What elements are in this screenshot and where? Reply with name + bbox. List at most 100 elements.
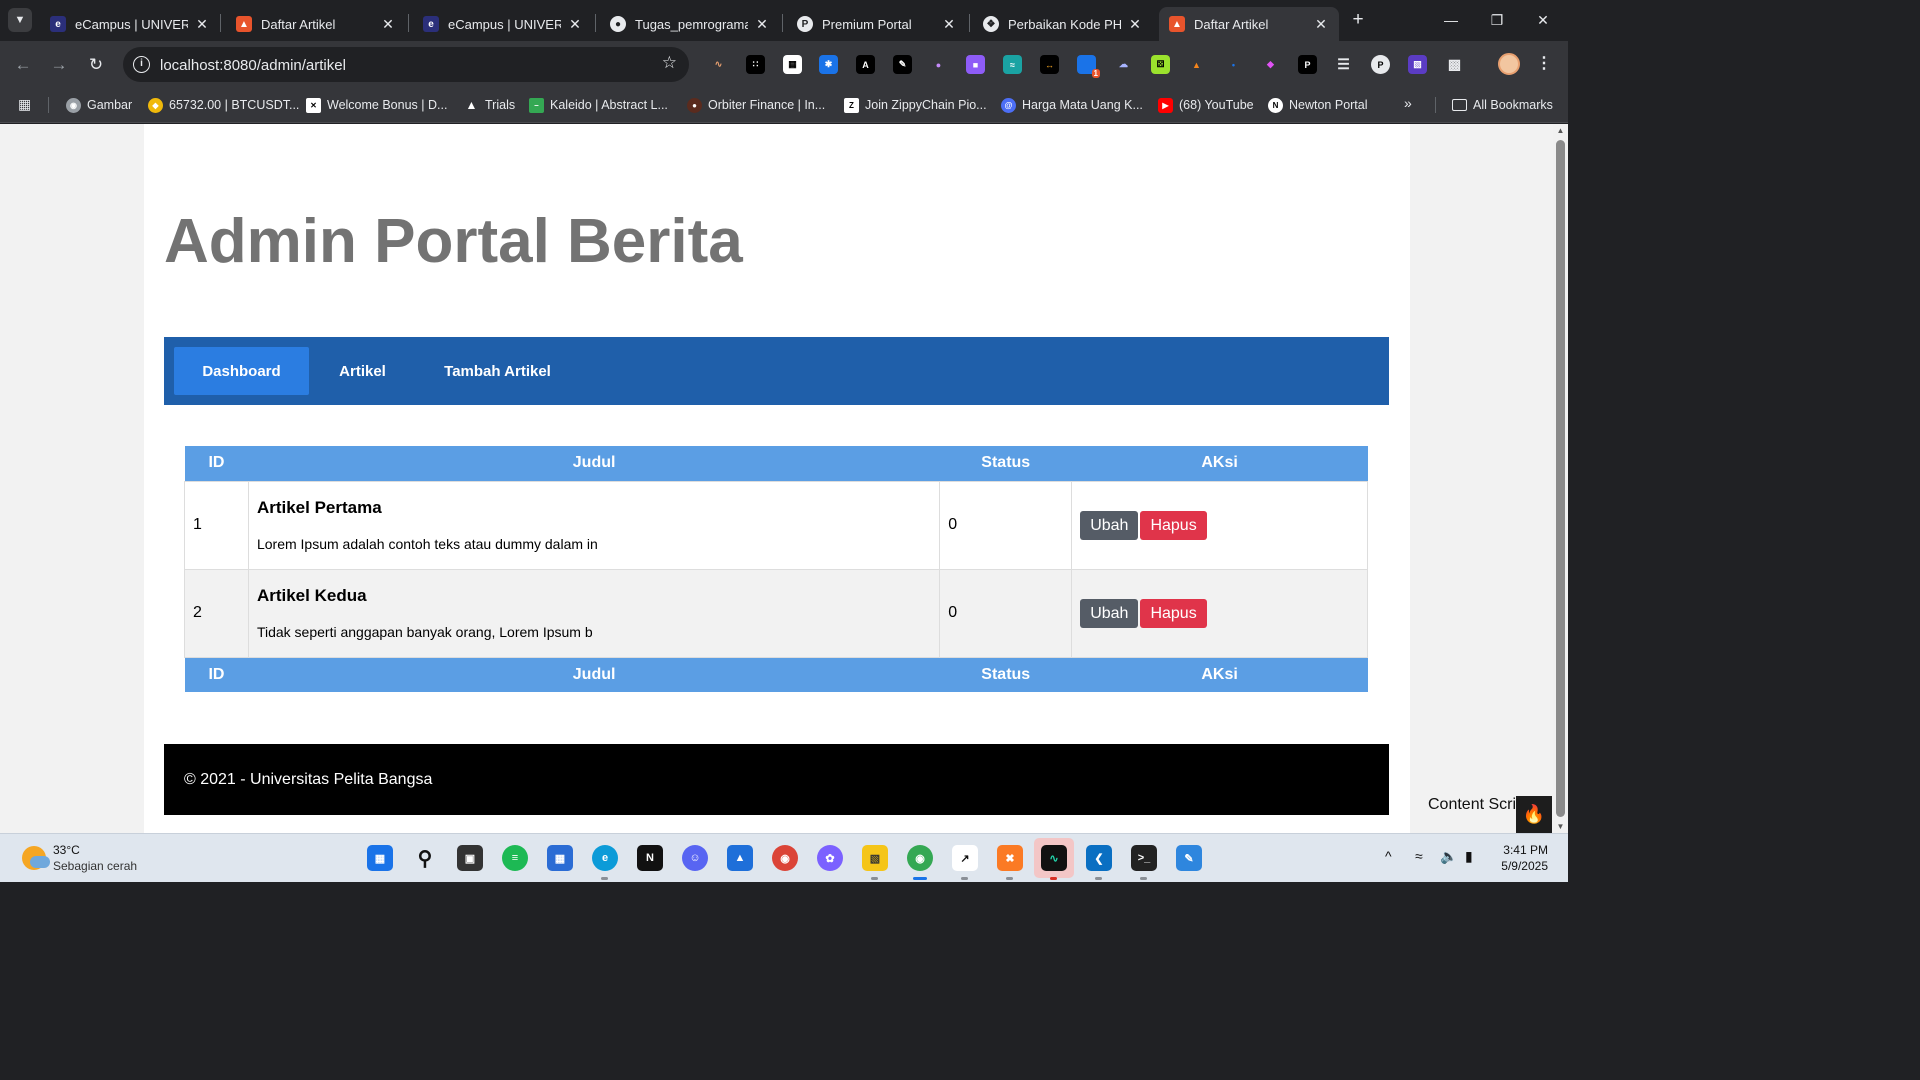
bookmark-item[interactable]: ▲ Trials — [464, 94, 516, 116]
extension-icon[interactable]: P — [1371, 55, 1390, 74]
tab-search-button[interactable]: ▼ — [8, 8, 32, 32]
close-icon[interactable]: ✕ — [194, 16, 210, 33]
tab-premium-portal[interactable]: P Premium Portal ✕ — [787, 7, 967, 41]
tab-github[interactable]: ● Tugas_pemrograman ✕ — [600, 7, 780, 41]
bookmark-star-icon[interactable]: ☆ — [662, 53, 677, 73]
bookmarks-overflow-icon[interactable]: » — [1404, 95, 1412, 111]
close-icon[interactable]: ✕ — [754, 16, 770, 33]
address-bar[interactable]: i ☆ — [123, 47, 689, 82]
extension-icon[interactable]: ◆ — [1261, 55, 1280, 74]
task-view-icon[interactable]: ▣ — [457, 845, 483, 871]
address-input[interactable] — [160, 54, 640, 76]
nav-artikel[interactable]: Artikel — [324, 347, 401, 395]
tab-daftar-artikel-active[interactable]: ▲ Daftar Artikel ✕ — [1159, 7, 1339, 41]
extension-icon[interactable]: ■ — [966, 55, 985, 74]
extension-icon[interactable]: 1 — [1077, 55, 1100, 78]
edit-button[interactable]: Ubah — [1080, 598, 1139, 628]
delete-button[interactable]: Hapus — [1140, 598, 1207, 628]
chrome-icon[interactable]: ◉ — [772, 845, 798, 871]
close-window-button[interactable]: ✕ — [1520, 0, 1566, 40]
extension-icon[interactable]: ∿ — [709, 55, 728, 74]
windows-start-icon[interactable]: ▦ — [367, 845, 393, 871]
extension-icon[interactable]: ≈ — [1003, 55, 1022, 74]
spotify-icon[interactable]: ≡ — [502, 845, 528, 871]
extension-icon[interactable]: P — [1298, 55, 1317, 74]
discord-icon[interactable]: ☺ — [682, 845, 708, 871]
volume-icon[interactable]: 🔈 — [1440, 848, 1457, 865]
tab-ecampus-1[interactable]: e eCampus | UNIVERSITAS ✕ — [40, 7, 220, 41]
search-icon[interactable]: ⚲ — [412, 845, 438, 871]
bookmark-item[interactable]: ▶ (68) YouTube — [1158, 94, 1254, 116]
extension-icon[interactable]: A — [856, 55, 875, 74]
back-button[interactable]: ← — [11, 53, 35, 77]
extension-icon[interactable]: ∷ — [746, 55, 765, 74]
terminal-icon[interactable]: >_ — [1131, 845, 1157, 871]
tab-perbaikan-kode[interactable]: ❖ Perbaikan Kode PHP ✕ — [973, 7, 1153, 41]
edge-icon[interactable]: e — [592, 845, 618, 871]
extension-icon[interactable]: ↔ — [1040, 55, 1059, 74]
chrome-profile-icon[interactable]: ◉ — [907, 845, 933, 871]
app-running-indicator — [871, 877, 878, 880]
notion-icon[interactable]: N — [637, 845, 663, 871]
edit-button[interactable]: Ubah — [1080, 510, 1139, 540]
extension-icon[interactable]: ☰ — [1334, 55, 1353, 74]
apps-grid-icon[interactable]: ▦ — [18, 96, 34, 112]
tray-chevron-up-icon[interactable]: ^ — [1385, 848, 1392, 864]
chart-app-icon[interactable]: ↗ — [952, 845, 978, 871]
editor-icon[interactable]: ✎ — [1176, 845, 1202, 871]
close-icon[interactable]: ✕ — [567, 16, 583, 33]
vscode-icon[interactable]: ❮ — [1086, 845, 1112, 871]
restore-button[interactable]: ❐ — [1474, 0, 1520, 40]
extension-icon[interactable]: ▦ — [783, 55, 802, 74]
all-bookmarks-button[interactable]: All Bookmarks — [1452, 94, 1553, 116]
menu-kebab-icon[interactable]: ⋮ — [1536, 53, 1552, 73]
close-icon[interactable]: ✕ — [941, 16, 957, 33]
wifi-icon[interactable]: ≈ — [1415, 848, 1423, 864]
battery-icon[interactable]: ▮ — [1465, 848, 1473, 865]
site-info-icon[interactable]: i — [133, 56, 150, 73]
bookmark-item[interactable]: ● Orbiter Finance | In... — [687, 94, 825, 116]
bookmark-item[interactable]: ◉ Gambar — [66, 94, 132, 116]
tab-ecampus-2[interactable]: e eCampus | UNIVERSITAS ✕ — [413, 7, 593, 41]
profile-avatar[interactable] — [1498, 53, 1520, 75]
extension-icon[interactable]: ✱ — [819, 55, 838, 74]
clock-date[interactable]: 5/9/2025 — [1500, 859, 1548, 873]
clock-time[interactable]: 3:41 PM — [1500, 843, 1548, 857]
scrollbar-thumb[interactable] — [1556, 140, 1565, 817]
page-scrollbar[interactable]: ▲ ▼ — [1553, 124, 1568, 833]
photos-icon[interactable]: ▲ — [727, 845, 753, 871]
xampp-icon[interactable]: ✖ — [997, 845, 1023, 871]
extension-icon[interactable]: ⚄ — [1151, 55, 1170, 74]
close-icon[interactable]: ✕ — [1313, 16, 1329, 33]
store-icon[interactable]: ▦ — [547, 845, 573, 871]
copilot-icon[interactable]: ✿ — [817, 845, 843, 871]
reload-button[interactable]: ↻ — [84, 53, 108, 77]
extensions-puzzle-icon[interactable]: ▩ — [1445, 55, 1464, 74]
terminal-wave-icon[interactable]: ∿ — [1041, 845, 1067, 871]
extension-icon[interactable]: ▧ — [1408, 55, 1427, 74]
bookmark-item[interactable]: ✕ Welcome Bonus | D... — [306, 94, 447, 116]
extension-icon[interactable]: ● — [929, 55, 948, 74]
extension-icon[interactable]: ☁ — [1114, 55, 1133, 74]
extension-icon[interactable]: • — [1224, 55, 1243, 74]
bookmark-item[interactable]: N Newton Portal — [1268, 94, 1368, 116]
extension-icon[interactable]: ✎ — [893, 55, 912, 74]
delete-button[interactable]: Hapus — [1140, 510, 1207, 540]
tab-daftar-artikel-1[interactable]: ▲ Daftar Artikel ✕ — [226, 7, 406, 41]
scroll-down-icon[interactable]: ▼ — [1556, 822, 1565, 831]
close-icon[interactable]: ✕ — [380, 16, 396, 33]
bookmark-item[interactable]: Z Join ZippyChain Pio... — [844, 94, 987, 116]
bookmark-item[interactable]: – Kaleido | Abstract L... — [529, 94, 668, 116]
nav-dashboard[interactable]: Dashboard — [174, 347, 309, 395]
bookmark-item[interactable]: @ Harga Mata Uang K... — [1001, 94, 1143, 116]
bookmark-item[interactable]: ◆ 65732.00 | BTCUSDT... — [148, 94, 299, 116]
scroll-up-icon[interactable]: ▲ — [1556, 126, 1565, 135]
forward-button[interactable]: → — [47, 53, 71, 77]
nav-tambah-artikel[interactable]: Tambah Artikel — [430, 347, 565, 395]
close-icon[interactable]: ✕ — [1127, 16, 1143, 33]
metamask-icon[interactable]: ▲ — [1187, 55, 1206, 74]
file-explorer-icon[interactable]: ▧ — [862, 845, 888, 871]
new-tab-button[interactable]: + — [1348, 10, 1368, 30]
minimize-button[interactable]: — — [1428, 0, 1474, 40]
flame-icon[interactable]: 🔥 — [1516, 796, 1552, 833]
